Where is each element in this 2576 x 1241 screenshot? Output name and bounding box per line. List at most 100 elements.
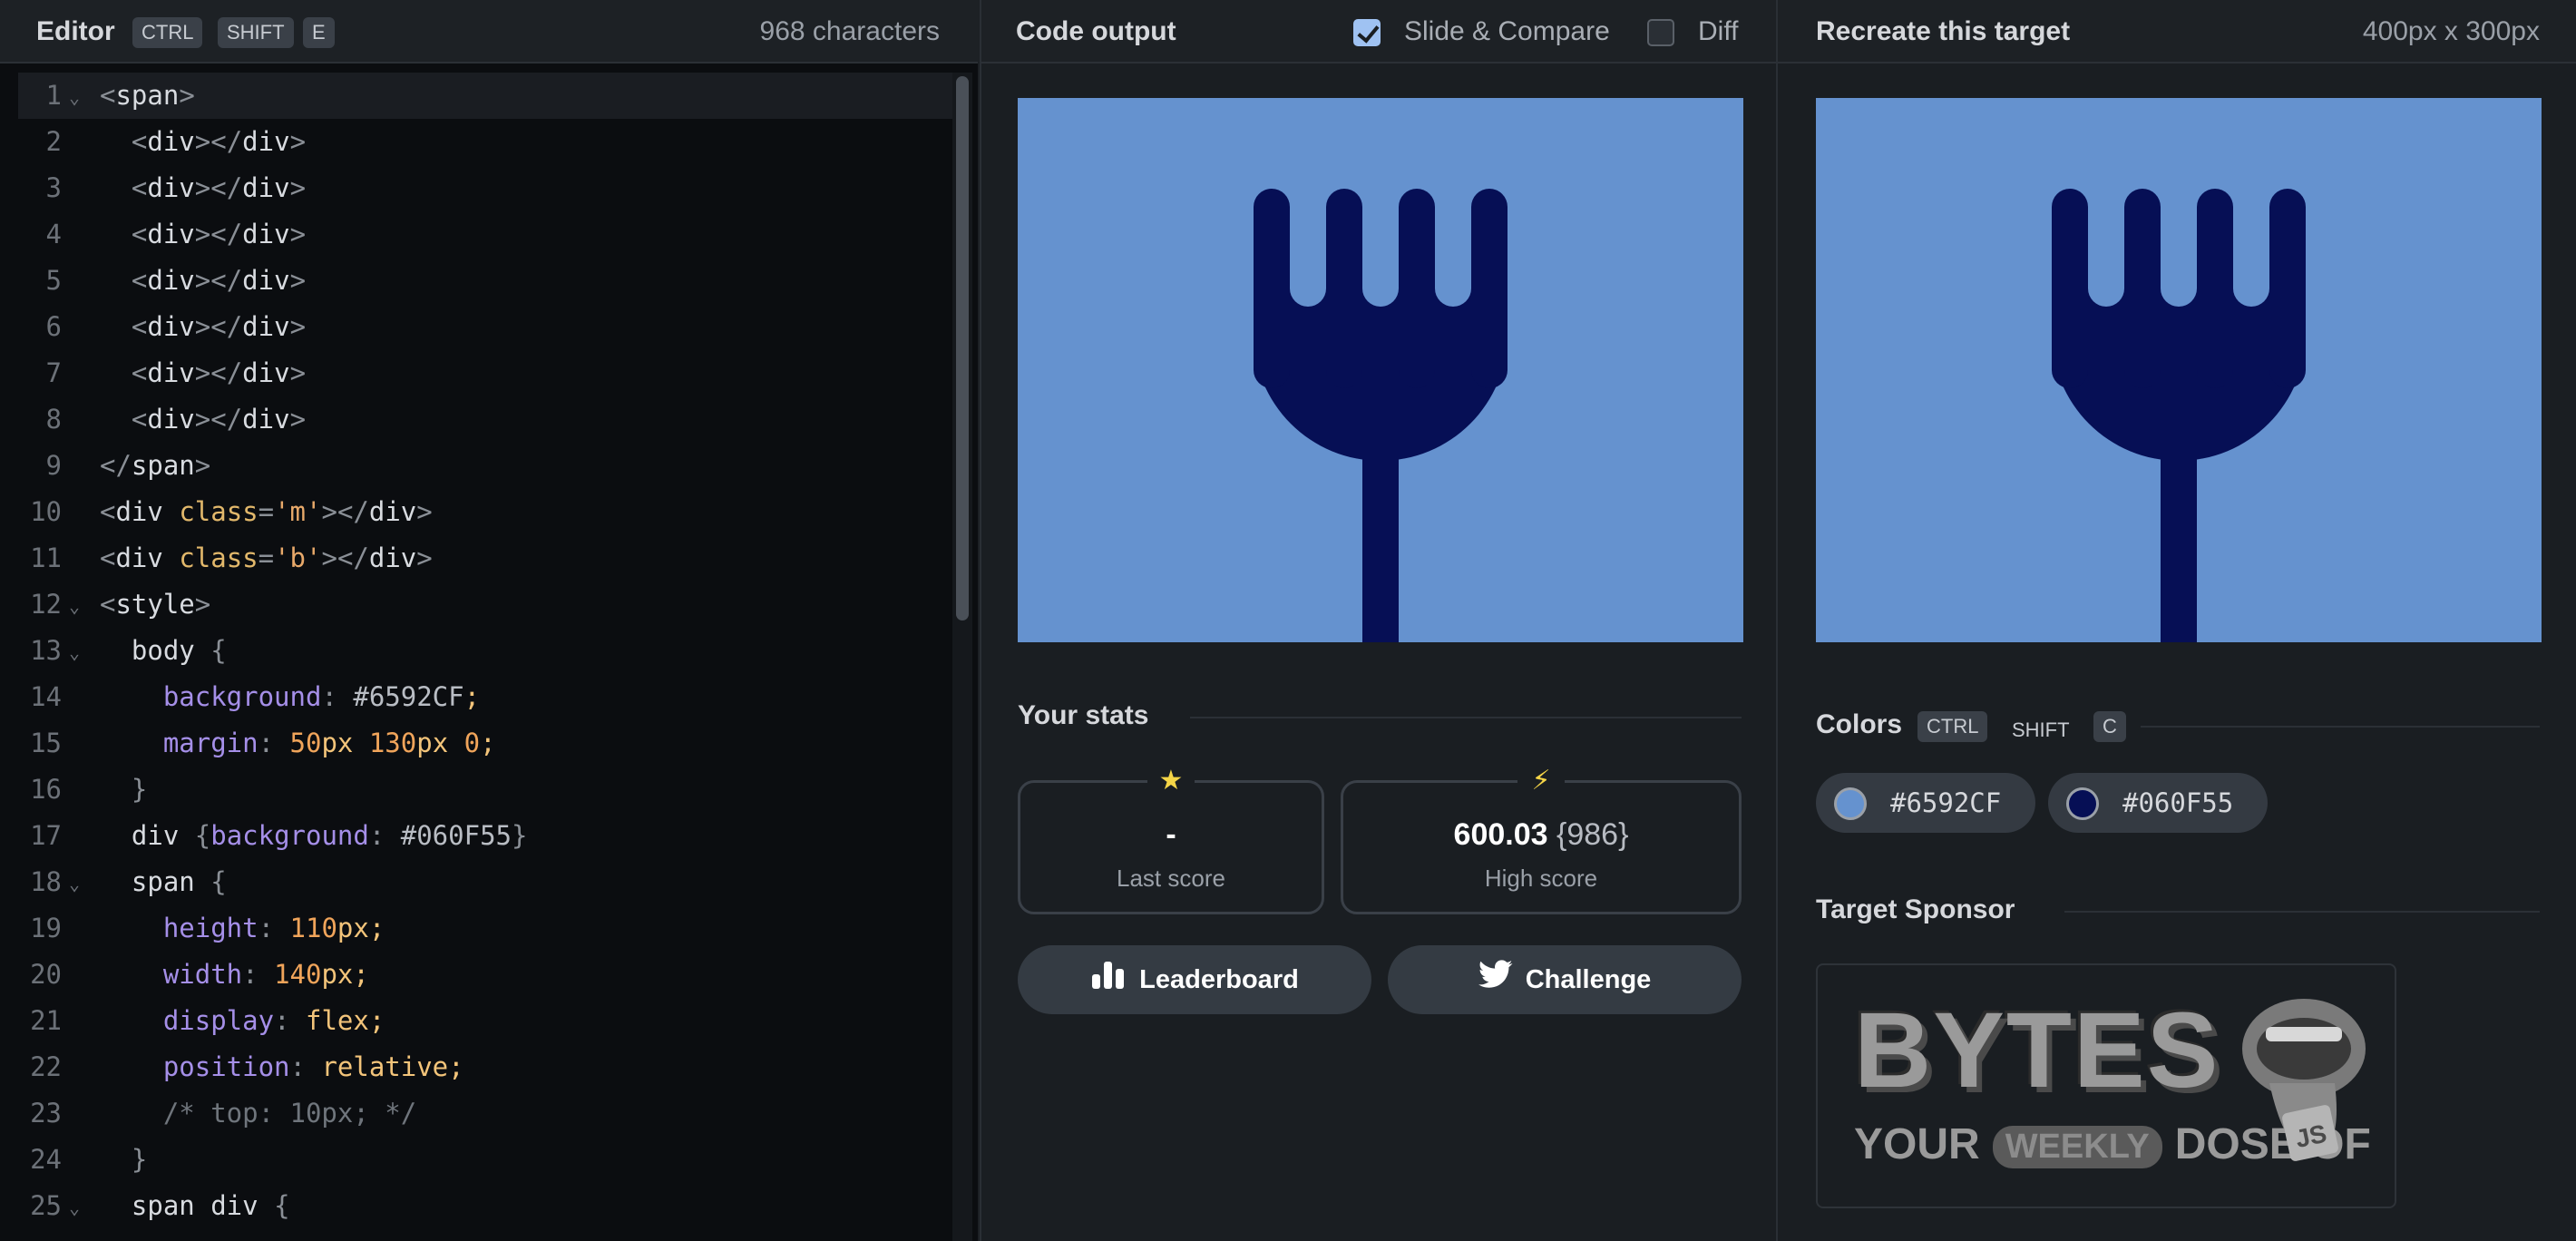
- diff-label[interactable]: Diff: [1698, 16, 1738, 47]
- code-line[interactable]: 21 display: flex;: [18, 998, 952, 1044]
- code-line[interactable]: 11 <div class='b'></div>: [18, 535, 952, 581]
- editor-scroll-thumb[interactable]: [956, 76, 969, 620]
- code-line[interactable]: 23 /* top: 10px; */: [18, 1090, 952, 1137]
- line-number: 4: [45, 219, 62, 249]
- code-line[interactable]: 24 }: [18, 1137, 952, 1183]
- code-text: position: relative;: [100, 1044, 464, 1090]
- fork-tine-4: [2269, 189, 2306, 388]
- color-swatch-2[interactable]: #060F55: [2048, 773, 2268, 833]
- code-line[interactable]: 14 background: #6592CF;: [18, 674, 952, 720]
- color-hex-2: #060F55: [2122, 787, 2234, 818]
- code-text: width: 140px;: [100, 952, 369, 998]
- slide-compare-checkbox[interactable]: [1353, 19, 1381, 46]
- leaderboard-button[interactable]: Leaderboard: [1018, 945, 1371, 1014]
- code-line[interactable]: 17 div {background: #060F55}: [18, 813, 952, 859]
- code-line[interactable]: 1 ⌄ <span>: [18, 73, 952, 119]
- code-line[interactable]: 20 width: 140px;: [18, 952, 952, 998]
- colors-divider: [2141, 726, 2540, 728]
- target-image: [1816, 98, 2542, 642]
- bar-chart-icon: [1090, 946, 1127, 1015]
- tagline-weekly: WEEKLY: [1992, 1125, 2162, 1168]
- code-line[interactable]: 22 position: relative;: [18, 1044, 952, 1090]
- code-text: margin: 50px 130px 0;: [100, 720, 496, 767]
- code-text: display: flex;: [100, 998, 385, 1044]
- code-token: margin: [100, 728, 259, 758]
- code-text: span {: [100, 859, 227, 905]
- code-line[interactable]: 18 ⌄ span {: [18, 859, 952, 905]
- code-editor[interactable]: 1 ⌄ <span> 2 <div></div> 3 <div></div> 4 <div…: [18, 73, 952, 1241]
- fold-chevron-icon[interactable]: ⌄: [69, 861, 80, 907]
- code-line[interactable]: 10 <div class='m'></div>: [18, 489, 952, 535]
- fold-chevron-icon[interactable]: ⌄: [69, 74, 80, 121]
- code-line[interactable]: 4 <div></div>: [18, 211, 952, 258]
- code-token: px: [321, 728, 369, 758]
- code-text: <div></div>: [100, 396, 306, 443]
- fork-tine-1: [1254, 189, 1290, 388]
- code-token: </: [100, 450, 132, 481]
- code-line[interactable]: 7 <div></div>: [18, 350, 952, 396]
- code-token: ></: [194, 404, 243, 435]
- code-token: 'b': [274, 542, 322, 573]
- code-token: ></: [194, 265, 243, 296]
- code-token: /* top: 10px; */: [100, 1098, 417, 1129]
- code-line[interactable]: 6 <div></div>: [18, 304, 952, 350]
- target-title: Recreate this target: [1816, 16, 2071, 46]
- code-token: :: [258, 913, 290, 943]
- code-line[interactable]: 19 height: 110px;: [18, 905, 952, 952]
- last-score-value: -: [1166, 817, 1176, 852]
- code-token: ></: [321, 496, 369, 527]
- fold-chevron-icon[interactable]: ⌄: [69, 1185, 80, 1231]
- code-text: <div></div>: [100, 258, 306, 304]
- fork-handle: [2161, 443, 2197, 642]
- fold-chevron-icon[interactable]: ⌄: [69, 583, 80, 630]
- slide-compare-label[interactable]: Slide & Compare: [1404, 16, 1610, 47]
- code-line[interactable]: 13 ⌄ body {: [18, 628, 952, 674]
- fold-chevron-icon[interactable]: ⌄: [69, 630, 80, 676]
- color-hex-1: #6592CF: [1890, 787, 2002, 818]
- target-panel: Recreate this target 400px x 300px Color…: [1776, 0, 2576, 1241]
- code-token: :: [274, 1005, 306, 1036]
- code-token: ></: [194, 219, 243, 249]
- code-line[interactable]: 5 <div></div>: [18, 258, 952, 304]
- code-token: :: [242, 959, 275, 990]
- sponsor-banner[interactable]: BYTES YOUR WEEKLY DOSE OF JS: [1816, 963, 2396, 1208]
- editor-scrollbar[interactable]: [952, 73, 972, 1241]
- code-text: <div class='b'></div>: [100, 535, 433, 581]
- output-preview[interactable]: [1018, 98, 1743, 642]
- sponsor-title: Target Sponsor: [1816, 894, 2015, 924]
- tagline-your: YOUR: [1854, 1120, 1980, 1168]
- fork-gap-1: [1290, 189, 1326, 307]
- code-token: ></: [321, 542, 369, 573]
- code-line[interactable]: 12 ⌄ <style>: [18, 581, 952, 628]
- code-line[interactable]: 15 margin: 50px 130px 0;: [18, 720, 952, 767]
- color-swatch-1[interactable]: #6592CF: [1816, 773, 2035, 833]
- code-token: }: [100, 1144, 148, 1175]
- high-score-attempt: {986}: [1556, 817, 1629, 852]
- code-token: flex;: [305, 1005, 385, 1036]
- code-text: body {: [100, 628, 227, 674]
- code-token: div: [242, 404, 290, 435]
- diff-checkbox[interactable]: [1647, 19, 1674, 46]
- challenge-button[interactable]: Challenge: [1388, 945, 1742, 1014]
- code-token: body: [100, 635, 211, 666]
- code-text: div {background: #060F55}: [100, 813, 528, 859]
- line-number: 1: [45, 80, 62, 111]
- code-line[interactable]: 3 <div></div>: [18, 165, 952, 211]
- code-token: <: [100, 126, 148, 157]
- code-token: div: [242, 265, 290, 296]
- code-token: class: [179, 496, 259, 527]
- code-text: <div></div>: [100, 165, 306, 211]
- code-line[interactable]: 9 </span>: [18, 443, 952, 489]
- code-token: div: [147, 357, 195, 388]
- code-line[interactable]: 2 <div></div>: [18, 119, 952, 165]
- code-token: height: [100, 913, 259, 943]
- code-token: display: [100, 1005, 275, 1036]
- code-line[interactable]: 8 <div></div>: [18, 396, 952, 443]
- line-number: 23: [30, 1098, 62, 1129]
- code-text: <span>: [100, 73, 195, 119]
- twitter-icon: [1478, 946, 1513, 1015]
- code-line[interactable]: 25 ⌄ span div {: [18, 1183, 952, 1229]
- fork-gap-3: [1435, 189, 1471, 307]
- code-line[interactable]: 16 }: [18, 767, 952, 813]
- line-number: 7: [45, 357, 62, 388]
